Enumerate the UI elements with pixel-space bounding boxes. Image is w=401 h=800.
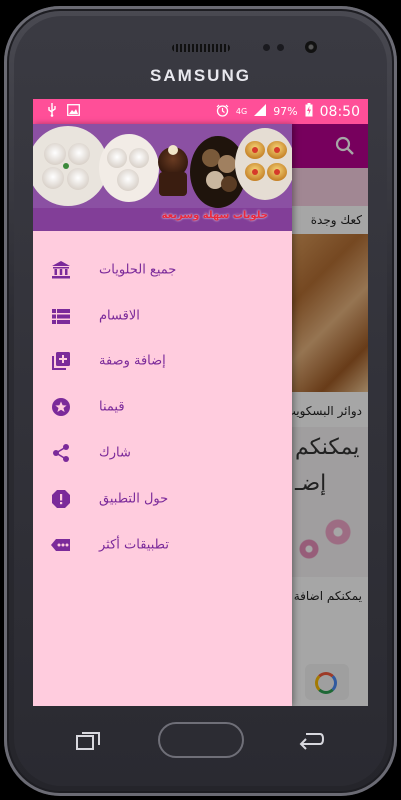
image-icon <box>67 104 80 119</box>
status-bar: 4G 97% 08:50 <box>33 99 368 124</box>
signal-icon <box>254 104 267 119</box>
battery-icon <box>305 103 313 120</box>
menu-item-more-apps[interactable]: تطبيقات أكثر <box>33 522 292 568</box>
menu-item-label: قيمنا <box>99 399 125 415</box>
navigation-drawer: حلويات سهلة وسريعة جميع الحلويات الاقسام… <box>33 124 292 706</box>
front-camera <box>305 41 317 53</box>
bank-icon <box>51 260 71 280</box>
home-button[interactable] <box>158 722 244 758</box>
menu-item-rate-us[interactable]: قيمنا <box>33 384 292 430</box>
battery-percent: 97% <box>273 105 298 118</box>
menu-item-label: جميع الحلويات <box>99 262 177 278</box>
menu-item-about[interactable]: حول التطبيق <box>33 476 292 522</box>
menu-item-add-recipe[interactable]: إضافة وصفة <box>33 339 292 385</box>
menu-item-label: الاقسام <box>99 308 140 324</box>
usb-icon <box>47 103 57 120</box>
menu-item-categories[interactable]: الاقسام <box>33 293 292 339</box>
more-icon <box>51 535 71 555</box>
earpiece-speaker <box>172 44 230 52</box>
info-icon <box>51 489 71 509</box>
list-icon <box>51 306 71 326</box>
proximity-sensor <box>263 44 270 51</box>
header-caption: حلويات سهلة وسريعة <box>161 210 268 221</box>
network-type: 4G <box>235 106 248 116</box>
recent-apps-icon[interactable] <box>76 732 100 750</box>
drawer-header-image: حلويات سهلة وسريعة <box>33 124 292 231</box>
back-icon[interactable] <box>298 730 325 750</box>
share-icon <box>51 443 71 463</box>
menu-item-label: شارك <box>99 445 131 461</box>
light-sensor <box>277 44 284 51</box>
menu-item-all-sweets[interactable]: جميع الحلويات <box>33 247 292 293</box>
menu-item-share[interactable]: شارك <box>33 430 292 476</box>
brand-logo: SAMSUNG <box>150 66 251 85</box>
screen: 4G 97% 08:50 كعك وجدة دوائر البسكويت يمك… <box>33 99 368 706</box>
menu-item-label: إضافة وصفة <box>99 353 166 369</box>
drawer-menu: جميع الحلويات الاقسام إضافة وصفة قيمنا ش… <box>33 247 292 568</box>
star-icon <box>51 397 71 417</box>
clock: 08:50 <box>319 103 360 120</box>
menu-item-label: حول التطبيق <box>99 491 169 507</box>
add-box-icon <box>51 351 71 371</box>
menu-item-label: تطبيقات أكثر <box>99 537 169 553</box>
alarm-icon <box>216 104 229 120</box>
